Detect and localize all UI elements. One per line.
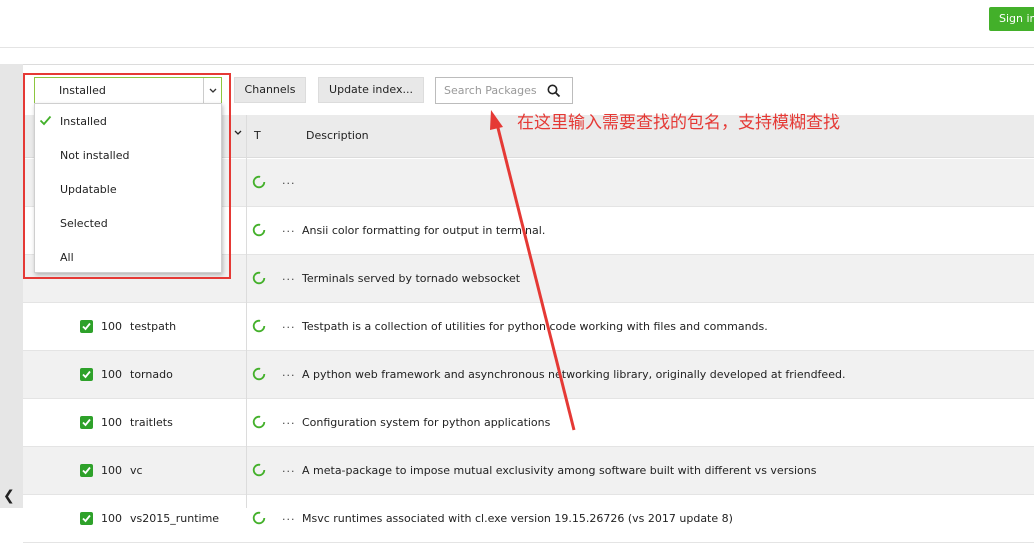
installed-checkbox[interactable] <box>80 416 93 429</box>
chevron-down-icon[interactable] <box>203 78 221 103</box>
collapse-sidebar-icon[interactable]: ❮ <box>3 488 15 504</box>
installed-checkbox[interactable] <box>80 368 93 381</box>
update-index-button[interactable]: Update index... <box>318 77 424 103</box>
sort-chevron-icon[interactable] <box>234 128 242 139</box>
column-header-t[interactable]: T <box>254 129 261 142</box>
package-version: 100 <box>101 320 122 333</box>
package-version: 100 <box>101 416 122 429</box>
filter-option-installed[interactable]: Installed <box>35 105 221 139</box>
package-description: A python web framework and asynchronous … <box>302 368 846 381</box>
top-bar: Sign in <box>0 0 1034 48</box>
table-row[interactable]: 100 vs2015_runtime... Msvc runtimes associ… <box>23 495 1034 543</box>
filter-option-selected[interactable]: Selected <box>35 207 221 241</box>
row-ellipsis: ... <box>282 462 296 475</box>
table-row[interactable]: 100 traitlets... Configuration system for … <box>23 399 1034 447</box>
package-description: A meta-package to impose mutual exclusiv… <box>302 464 817 477</box>
filter-select-value: Installed <box>59 84 106 97</box>
spacer <box>0 48 1034 64</box>
filter-option-label: All <box>60 251 74 264</box>
channels-button[interactable]: Channels <box>234 77 306 103</box>
row-ellipsis: ... <box>282 318 296 331</box>
loading-spinner-icon <box>252 175 266 189</box>
installed-checkbox[interactable] <box>80 512 93 525</box>
search-box <box>435 77 573 104</box>
installed-checkbox[interactable] <box>80 320 93 333</box>
package-name: testpath <box>130 320 177 333</box>
loading-spinner-icon <box>252 415 266 429</box>
loading-spinner-icon <box>252 367 266 381</box>
filter-option-label: Installed <box>60 115 107 128</box>
row-ellipsis: ... <box>282 270 296 283</box>
table-row[interactable]: 100 testpath... Testpath is a collection o… <box>23 303 1034 351</box>
package-description: Configuration system for python applicat… <box>302 416 551 429</box>
installed-checkbox[interactable] <box>80 464 93 477</box>
loading-spinner-icon <box>252 271 266 285</box>
package-name: vc <box>130 464 143 477</box>
row-ellipsis: ... <box>282 366 296 379</box>
loading-spinner-icon <box>252 463 266 477</box>
checkmark-icon <box>39 115 52 126</box>
row-ellipsis: ... <box>282 174 296 187</box>
left-sidebar-strip <box>0 64 23 508</box>
loading-spinner-icon <box>252 511 266 525</box>
filter-option-label: Updatable <box>60 183 117 196</box>
column-divider <box>246 115 247 508</box>
row-ellipsis: ... <box>282 222 296 235</box>
table-row[interactable]: 100 tornado... A python web framework and … <box>23 351 1034 399</box>
filter-option-updatable[interactable]: Updatable <box>35 173 221 207</box>
filter-select[interactable]: Installed <box>34 77 222 104</box>
package-name: tornado <box>130 368 173 381</box>
column-header-description[interactable]: Description <box>306 129 369 142</box>
search-input[interactable] <box>437 79 545 102</box>
package-name: vs2015_runtime <box>130 512 220 525</box>
search-icon[interactable] <box>546 83 562 99</box>
filter-option-label: Not installed <box>60 149 130 162</box>
row-ellipsis: ... <box>282 510 296 523</box>
package-description: Testpath is a collection of utilities fo… <box>302 320 768 333</box>
package-name: traitlets <box>130 416 173 429</box>
loading-spinner-icon <box>252 319 266 333</box>
filter-option-label: Selected <box>60 217 108 230</box>
package-description: Msvc runtimes associated with cl.exe ver… <box>302 512 733 525</box>
package-version: 100 <box>101 464 122 477</box>
loading-spinner-icon <box>252 223 266 237</box>
package-version: 100 <box>101 368 122 381</box>
package-version: 100 <box>101 512 122 525</box>
package-description: Terminals served by tornado websocket <box>302 272 521 285</box>
row-ellipsis: ... <box>282 414 296 427</box>
filter-option-not-installed[interactable]: Not installed <box>35 139 221 173</box>
table-row[interactable]: 100 vc... A meta-package to impose mutual … <box>23 447 1034 495</box>
package-description: Ansii color formatting for output in ter… <box>302 224 546 237</box>
filter-option-all[interactable]: All <box>35 241 221 275</box>
sign-in-button[interactable]: Sign in <box>989 7 1034 31</box>
annotation-text: 在这里输入需要查找的包名，支持模糊查找 <box>517 113 840 133</box>
filter-dropdown-menu: Installed Not installed Updatable Selected A… <box>34 103 222 273</box>
